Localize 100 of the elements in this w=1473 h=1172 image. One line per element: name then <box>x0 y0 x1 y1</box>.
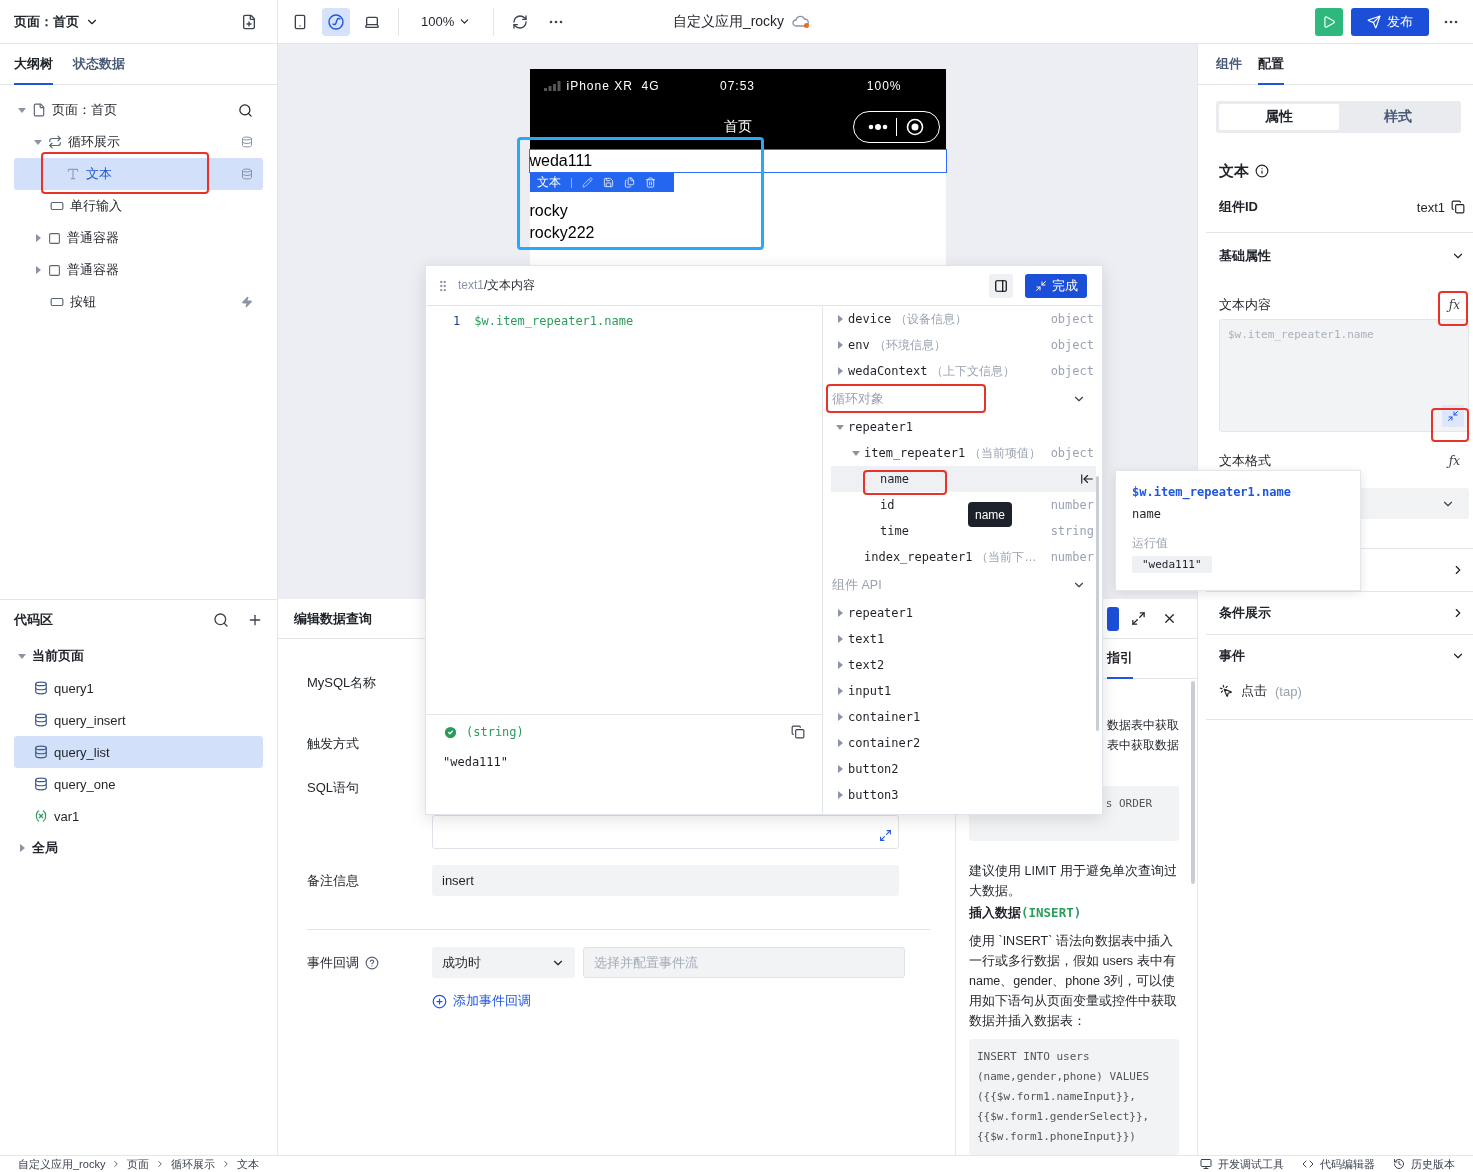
caret-icon[interactable] <box>836 687 844 695</box>
caret-icon[interactable] <box>836 423 844 431</box>
tree-item[interactable]: query_list <box>14 736 263 768</box>
tree-item[interactable]: 单行输入 <box>14 190 263 222</box>
caret-icon[interactable] <box>836 609 844 617</box>
close-icon[interactable] <box>1162 611 1177 626</box>
edit-icon[interactable] <box>581 177 593 188</box>
caret-icon[interactable] <box>34 234 42 242</box>
caret-icon[interactable] <box>836 341 844 349</box>
caret-icon[interactable] <box>836 635 844 643</box>
variable-item[interactable]: device <box>848 312 892 326</box>
fx-icon[interactable]: ƒx <box>1448 454 1460 468</box>
save-icon[interactable] <box>602 177 614 188</box>
variable-item[interactable]: input1 <box>848 684 892 698</box>
caret-icon[interactable] <box>18 106 26 114</box>
variable-item[interactable]: index_repeater1 <box>864 550 973 564</box>
search-icon[interactable] <box>238 102 253 118</box>
expand-button[interactable] <box>1442 405 1464 427</box>
caret-icon[interactable] <box>836 315 844 323</box>
status-tool[interactable]: 代码编辑器 <box>1302 1156 1375 1172</box>
capsule-button[interactable] <box>852 110 940 143</box>
panel-tab[interactable]: 状态数据 <box>73 44 125 85</box>
tree-item[interactable]: 按钮 <box>14 286 263 318</box>
copy-icon[interactable] <box>791 725 805 739</box>
event-item[interactable]: 点击 (tap) <box>1219 677 1302 705</box>
page-selector[interactable]: 页面：首页 <box>14 12 99 31</box>
tree-item[interactable]: 页面：首页 <box>14 94 263 126</box>
check-icon <box>443 724 458 740</box>
tree-item[interactable]: query_one <box>14 768 263 800</box>
caret-icon[interactable] <box>34 138 42 146</box>
caret-icon[interactable] <box>836 713 844 721</box>
panel-tab[interactable]: 大纲树 <box>14 44 53 85</box>
event-flow-field[interactable]: 选择并配置事件流 <box>583 947 905 978</box>
field-label: 备注信息 <box>307 871 360 890</box>
trigger-select[interactable]: 成功时 <box>432 947 575 978</box>
tree-item[interactable]: 当前页面 <box>14 640 263 672</box>
caret-icon[interactable] <box>836 367 844 375</box>
variable-item[interactable]: wedaContext <box>848 364 928 378</box>
variable-item[interactable]: env <box>848 338 870 352</box>
status-tool[interactable]: 历史版本 <box>1393 1156 1455 1172</box>
tree-item[interactable]: query_insert <box>14 704 263 736</box>
run-button[interactable] <box>1315 7 1343 36</box>
caret-icon[interactable] <box>18 844 26 852</box>
tree-item[interactable]: var1 <box>14 800 263 832</box>
add-callback-link[interactable]: 添加事件回调 <box>432 992 531 1010</box>
add-icon[interactable] <box>247 612 263 628</box>
guide-heading: 插入数据(INSERT) <box>969 904 1083 922</box>
variable-item[interactable]: item_repeater1 <box>864 446 966 460</box>
breadcrumb-link[interactable]: 页面 <box>127 1156 150 1172</box>
scrollbar[interactable] <box>1191 681 1195 884</box>
fx-icon[interactable]: ƒx <box>1448 298 1460 312</box>
segment-tab[interactable]: 属性 <box>1219 104 1339 130</box>
guide-tab[interactable]: 指引 <box>1107 639 1133 679</box>
variable-item[interactable]: repeater1 <box>848 420 914 434</box>
mini-program-view-button[interactable] <box>322 7 350 36</box>
variable-item[interactable]: button3 <box>848 788 899 802</box>
caret-icon[interactable] <box>18 652 26 660</box>
scrollbar[interactable] <box>1096 476 1099 731</box>
variable-item[interactable]: container1 <box>848 710 921 724</box>
tree-item[interactable]: 循环展示 <box>14 126 263 158</box>
expand-icon[interactable] <box>1131 611 1146 626</box>
panel-tab[interactable]: 组件 <box>1216 44 1242 85</box>
variable-item[interactable]: text1 <box>848 632 885 646</box>
sql-field[interactable] <box>432 815 899 849</box>
remark-field[interactable]: insert <box>432 865 899 896</box>
panel-tab[interactable]: 配置 <box>1258 44 1284 85</box>
variable-item[interactable]: name <box>880 472 909 486</box>
search-icon[interactable] <box>213 612 229 628</box>
status-tool[interactable]: 开发调试工具 <box>1200 1156 1284 1172</box>
variable-item[interactable]: id <box>880 498 895 512</box>
value-label: 运行值 <box>1132 535 1169 552</box>
copy-icon[interactable] <box>1451 200 1465 214</box>
caret-icon[interactable] <box>836 791 844 799</box>
tree-item[interactable]: 普通容器 <box>14 254 263 286</box>
panel-toggle-button[interactable] <box>989 273 1013 298</box>
variable-item[interactable]: text2 <box>848 658 885 672</box>
done-button[interactable]: 完成 <box>1025 273 1087 298</box>
caret-icon[interactable] <box>836 739 844 747</box>
variable-item[interactable]: time <box>880 524 909 538</box>
caret-icon[interactable] <box>34 266 42 274</box>
caret-icon[interactable] <box>852 449 860 457</box>
variable-item[interactable]: repeater1 <box>848 606 914 620</box>
zoom-selector[interactable]: 100% <box>411 14 482 29</box>
breadcrumb-link[interactable]: 文本 <box>237 1156 260 1172</box>
caret-icon[interactable] <box>836 661 844 669</box>
tree-item[interactable]: query1 <box>14 672 263 704</box>
variable-item[interactable]: container2 <box>848 736 921 750</box>
expand-icon[interactable] <box>879 829 892 842</box>
tree-item[interactable]: 普通容器 <box>14 222 263 254</box>
breadcrumb-link[interactable]: 循环展示 <box>171 1156 216 1172</box>
tree-item[interactable]: 全局 <box>14 832 263 864</box>
publish-button[interactable]: 发布 <box>1351 7 1429 36</box>
caret-icon[interactable] <box>836 765 844 773</box>
insert-icon[interactable] <box>1080 472 1094 486</box>
save-button[interactable] <box>1107 606 1119 631</box>
delete-icon[interactable] <box>644 177 656 188</box>
segment-tab[interactable]: 样式 <box>1338 104 1458 130</box>
variable-item[interactable]: button2 <box>848 762 899 776</box>
tree-item[interactable]: 文本 <box>14 158 263 190</box>
breadcrumb-link[interactable]: 自定义应用_rocky <box>18 1156 106 1172</box>
